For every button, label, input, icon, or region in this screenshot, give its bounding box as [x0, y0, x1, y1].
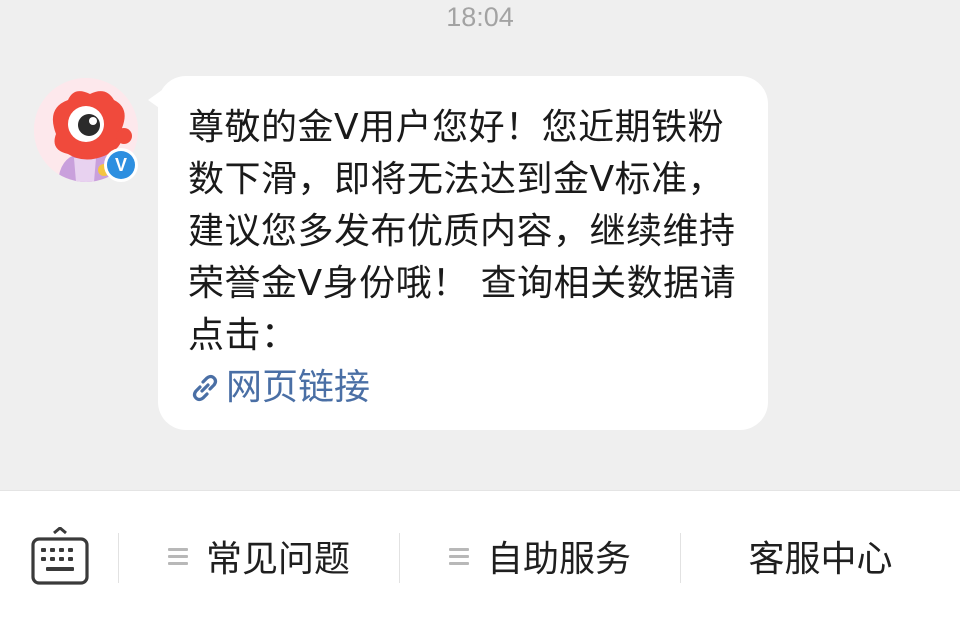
- verified-v-icon: V: [107, 151, 135, 179]
- chat-area: 18:04 V 尊敬的金V用户您好！您近期铁粉数下滑，即将无法达到金V标准，建议…: [0, 0, 960, 490]
- keyboard-icon: [31, 526, 89, 585]
- verified-badge: V: [104, 148, 138, 182]
- message-timestamp: 18:04: [446, 2, 514, 32]
- menu-lines-icon: [448, 544, 469, 569]
- menu-lines-icon: [167, 544, 188, 569]
- customer-service-label: 客服中心: [748, 539, 893, 580]
- web-link[interactable]: 网页链接: [188, 362, 740, 414]
- link-icon: [192, 374, 218, 402]
- self-service-button[interactable]: 自助服务: [400, 531, 680, 581]
- self-service-label: 自助服务: [486, 539, 631, 580]
- faq-label: 常见问题: [205, 539, 350, 580]
- web-link-label: 网页链接: [226, 367, 371, 408]
- message-bubble: 尊敬的金V用户您好！您近期铁粉数下滑，即将无法达到金V标准，建议您多发布优质内容…: [158, 76, 768, 430]
- keyboard-toggle-button[interactable]: [28, 526, 92, 585]
- message-text: 尊敬的金V用户您好！您近期铁粉数下滑，即将无法达到金V标准，建议您多发布优质内容…: [188, 107, 737, 356]
- customer-service-button[interactable]: 客服中心: [681, 531, 960, 581]
- service-menu-bar: 常见问题 自助服务 客服中心: [0, 490, 960, 624]
- faq-button[interactable]: 常见问题: [119, 531, 399, 581]
